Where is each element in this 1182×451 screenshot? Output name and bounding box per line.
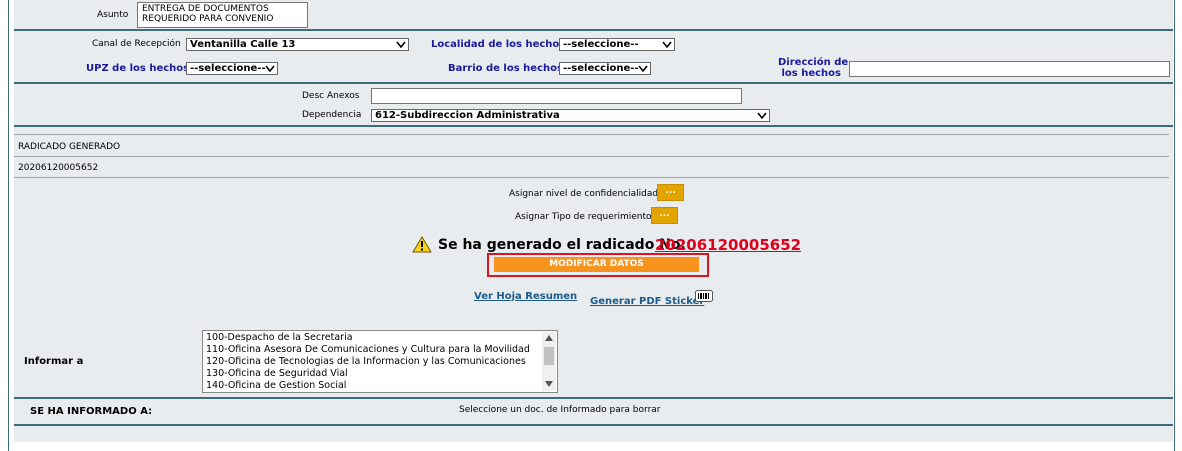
divider — [14, 177, 1169, 178]
chevron-down-icon — [662, 41, 672, 49]
chevron-down-icon — [265, 65, 275, 73]
asunto-line1: ENTREGA DE DOCUMENTOS — [142, 4, 269, 14]
canal-label: Canal de Recepción — [92, 39, 181, 49]
canal-select[interactable]: Ventanilla Calle 13 — [186, 38, 409, 51]
informado-label: SE HA INFORMADO A: — [30, 406, 153, 417]
radicado-header: RADICADO GENERADO — [18, 142, 121, 152]
scrollbar[interactable] — [542, 332, 556, 391]
direccion-label-line2: los hechos — [781, 68, 841, 79]
list-item[interactable]: 110-Oficina Asesora De Comunicaciones y … — [206, 344, 554, 356]
confidencialidad-label: Asignar nivel de confidencialidad: — [509, 189, 662, 199]
localidad-label: Localidad de los hechos — [431, 39, 566, 50]
modificar-datos-button[interactable]: MODIFICAR DATOS — [494, 257, 699, 272]
ver-hoja-resumen-link[interactable]: Ver Hoja Resumen — [474, 291, 577, 302]
footer-section — [14, 426, 1173, 442]
divider — [14, 156, 1169, 157]
generar-pdf-sticker-link[interactable]: Generar PDF Sticker — [590, 296, 704, 307]
list-item[interactable]: 120-Oficina de Tecnologias de la Informa… — [206, 356, 554, 368]
canal-value: Ventanilla Calle 13 — [190, 39, 296, 50]
barcode-icon[interactable] — [695, 290, 713, 302]
scrollbar-thumb[interactable] — [544, 347, 554, 365]
list-item[interactable]: 130-Oficina de Seguridad Vial — [206, 368, 554, 380]
barrio-label: Barrio de los hechos — [448, 63, 563, 74]
tipo-requerimiento-label: Asignar Tipo de requerimiento: — [515, 212, 655, 222]
asunto-textarea[interactable]: ENTREGA DE DOCUMENTOS REQUERIDO PARA CON… — [137, 2, 308, 28]
desc-anexos-label: Desc Anexos — [302, 91, 360, 101]
tipo-requerimiento-button[interactable]: ... — [651, 207, 678, 224]
divider — [14, 134, 1169, 135]
radicado-number: 20206120005652 — [18, 163, 99, 173]
localidad-select[interactable]: --seleccione-- — [559, 38, 675, 51]
dependencia-label: Dependencia — [302, 110, 362, 120]
radicado-message-number: 20206120005652 — [655, 236, 802, 254]
direccion-label: Dirección de los hechos — [778, 57, 849, 79]
asunto-line2: REQUERIDO PARA CONVENIO — [142, 14, 274, 24]
list-item[interactable]: 140-Oficina de Gestion Social — [206, 380, 554, 392]
dependencia-value: 612-Subdireccion Administrativa — [375, 110, 560, 121]
chevron-down-icon — [396, 41, 406, 49]
upz-select[interactable]: --seleccione-- — [186, 62, 278, 75]
informar-listbox[interactable]: 100-Despacho de la Secretaria 110-Oficin… — [202, 330, 558, 393]
list-item[interactable]: 100-Despacho de la Secretaria — [206, 332, 554, 344]
confidencialidad-button[interactable]: ... — [657, 184, 684, 201]
barrio-value: --seleccione-- — [563, 63, 639, 74]
scroll-down-icon[interactable] — [545, 381, 553, 387]
chevron-down-icon — [638, 65, 648, 73]
asunto-label: Asunto — [97, 10, 129, 20]
informar-label: Informar a — [24, 356, 84, 367]
desc-anexos-input[interactable] — [371, 88, 742, 104]
upz-label: UPZ de los hechos — [86, 63, 190, 74]
chevron-down-icon — [757, 112, 767, 120]
scroll-up-icon[interactable] — [545, 335, 553, 341]
dependencia-select[interactable]: 612-Subdireccion Administrativa — [371, 109, 770, 122]
localidad-value: --seleccione-- — [563, 39, 639, 50]
upz-value: --seleccione-- — [190, 63, 266, 74]
radicado-message: Se ha generado el radicado No. — [438, 237, 686, 253]
direccion-label-line1: Dirección de — [778, 57, 849, 68]
barrio-select[interactable]: --seleccione-- — [559, 62, 651, 75]
informar-section — [14, 325, 1173, 397]
direccion-input[interactable] — [849, 61, 1170, 77]
informado-hint: Seleccione un doc. de Informado para bor… — [459, 405, 661, 415]
warning-icon — [412, 236, 432, 253]
